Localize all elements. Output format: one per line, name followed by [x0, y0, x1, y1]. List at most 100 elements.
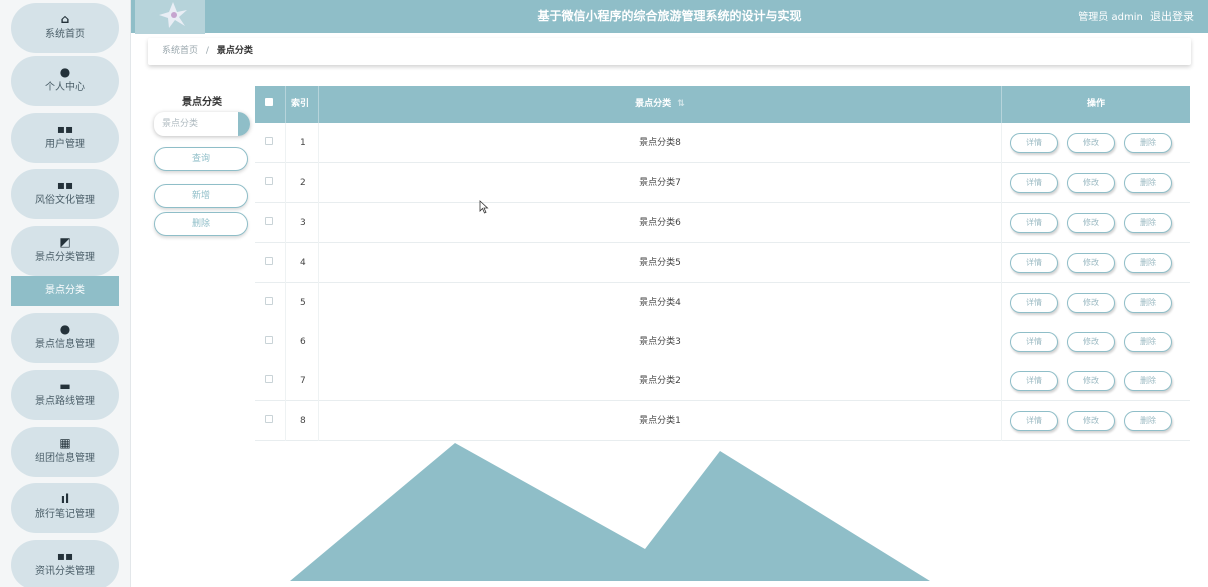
edit-button[interactable]: 修改 [1067, 213, 1115, 233]
sidebar-item-label: 个人中心 [45, 82, 85, 93]
column-header-category[interactable]: 景点分类 ⇅ [319, 86, 1001, 123]
column-divider [285, 163, 286, 203]
column-divider [1001, 243, 1002, 283]
column-divider [1001, 163, 1002, 203]
table-row: 7 景点分类2 详情 修改 删除 [255, 361, 1190, 401]
sidebar-item-home[interactable]: ⌂ 系统首页 [11, 3, 119, 53]
page-title: 基于微信小程序的综合旅游管理系统的设计与实现 [537, 9, 802, 23]
row-checkbox-cell[interactable] [265, 163, 273, 203]
table-row: 1 景点分类8 详情 修改 删除 [255, 123, 1190, 163]
detail-button[interactable]: 详情 [1010, 253, 1058, 273]
column-divider [1001, 401, 1002, 441]
edit-button[interactable]: 修改 [1067, 173, 1115, 193]
mountain-decoration [290, 443, 930, 581]
column-divider [1001, 123, 1002, 163]
logout-link[interactable]: 退出登录 [1150, 10, 1194, 23]
delete-button[interactable]: 删除 [1124, 133, 1172, 153]
delete-button[interactable]: 删除 [1124, 213, 1172, 233]
input-accent [238, 112, 250, 136]
row-checkbox-cell[interactable] [265, 123, 273, 163]
detail-button[interactable]: 详情 [1010, 332, 1058, 352]
sidebar-item-groups[interactable]: ▦ 组团信息管理 [11, 427, 119, 477]
row-index: 3 [300, 218, 306, 228]
table-row: 2 景点分类7 详情 修改 删除 [255, 163, 1190, 203]
row-checkbox-cell[interactable] [265, 361, 273, 401]
delete-button[interactable]: 删除 [1124, 173, 1172, 193]
delete-button[interactable]: 删除 [1124, 293, 1172, 313]
sort-icon[interactable]: ⇅ [677, 99, 685, 109]
sidebar: ⌂ 系统首页 ● 个人中心 ▪▪ 用户管理 ▪▪ 风俗文化管理 ◩ 景点分类管理… [0, 0, 131, 587]
row-checkbox-cell[interactable] [265, 243, 273, 283]
sidebar-item-label: 用户管理 [45, 139, 85, 150]
detail-button[interactable]: 详情 [1010, 371, 1058, 391]
mouse-cursor-icon [479, 200, 489, 214]
row-checkbox[interactable] [265, 217, 273, 225]
edit-button[interactable]: 修改 [1067, 293, 1115, 313]
row-checkbox[interactable] [265, 297, 273, 305]
table-row: 3 景点分类6 详情 修改 删除 [255, 203, 1190, 243]
sidebar-item-label: 组团信息管理 [35, 453, 95, 464]
sidebar-item-culture[interactable]: ▪▪ 风俗文化管理 [11, 169, 119, 219]
sidebar-item-users[interactable]: ▪▪ 用户管理 [11, 113, 119, 163]
detail-button[interactable]: 详情 [1010, 213, 1058, 233]
row-category: 景点分类3 [639, 337, 681, 347]
grid-icon: ▪▪ [56, 178, 74, 192]
row-category: 景点分类5 [639, 258, 681, 268]
row-checkbox-cell[interactable] [265, 401, 273, 441]
column-divider [1001, 283, 1002, 323]
detail-button[interactable]: 详情 [1010, 411, 1058, 431]
user-icon: ● [59, 322, 71, 336]
add-button[interactable]: 新增 [154, 184, 248, 208]
row-index: 2 [300, 178, 306, 188]
sidebar-item-profile[interactable]: ● 个人中心 [11, 56, 119, 106]
detail-button[interactable]: 详情 [1010, 173, 1058, 193]
user-info: 管理员 admin 退出登录 [1078, 0, 1194, 34]
row-checkbox[interactable] [265, 257, 273, 265]
sidebar-item-news-category[interactable]: ▪▪ 资讯分类管理 [11, 540, 119, 587]
detail-button[interactable]: 详情 [1010, 293, 1058, 313]
sidebar-item-scenic-category[interactable]: ◩ 景点分类管理 [11, 226, 119, 276]
sidebar-item-notes[interactable]: ıl 旅行笔记管理 [11, 483, 119, 533]
sidebar-item-label: 景点分类管理 [35, 252, 95, 263]
sidebar-subitem-scenic-category[interactable]: 景点分类 [11, 276, 119, 306]
row-checkbox[interactable] [265, 137, 273, 145]
home-icon: ⌂ [60, 12, 70, 26]
column-divider [285, 243, 286, 283]
edit-button[interactable]: 修改 [1067, 133, 1115, 153]
row-category: 景点分类7 [639, 178, 681, 188]
row-checkbox[interactable] [265, 415, 273, 423]
detail-button[interactable]: 详情 [1010, 133, 1058, 153]
monitor-icon: ▬ [59, 379, 71, 393]
select-all-checkbox[interactable] [265, 98, 273, 106]
row-checkbox[interactable] [265, 177, 273, 185]
username-label: 管理员 admin [1078, 12, 1143, 23]
row-checkbox-cell[interactable] [265, 283, 273, 323]
delete-button[interactable]: 删除 [1124, 332, 1172, 352]
edit-button[interactable]: 修改 [1067, 332, 1115, 352]
delete-button[interactable]: 删除 [1124, 371, 1172, 391]
bar-chart-icon: ıl [60, 492, 70, 506]
delete-button[interactable]: 删除 [1124, 411, 1172, 431]
row-index: 8 [300, 416, 306, 426]
column-divider [285, 283, 286, 323]
sidebar-item-scenic-info[interactable]: ● 景点信息管理 [11, 313, 119, 363]
edit-button[interactable]: 修改 [1067, 253, 1115, 273]
column-divider [1001, 361, 1002, 401]
select-all-cell[interactable] [265, 86, 273, 123]
row-checkbox[interactable] [265, 375, 273, 383]
edit-button[interactable]: 修改 [1067, 371, 1115, 391]
search-button[interactable]: 查询 [154, 147, 248, 171]
sidebar-item-routes[interactable]: ▬ 景点路线管理 [11, 370, 119, 420]
breadcrumb-current: 景点分类 [216, 46, 253, 56]
column-divider [1001, 322, 1002, 362]
row-checkbox[interactable] [265, 336, 273, 344]
row-checkbox-cell[interactable] [265, 322, 273, 362]
delete-button[interactable]: 删除 [1124, 253, 1172, 273]
sidebar-item-label: 景点信息管理 [35, 339, 95, 350]
breadcrumb-home[interactable]: 系统首页 [162, 46, 198, 56]
batch-delete-button[interactable]: 删除 [154, 212, 248, 236]
edit-button[interactable]: 修改 [1067, 411, 1115, 431]
table-row: 5 景点分类4 详情 修改 删除 [255, 283, 1190, 323]
category-search-input[interactable] [154, 112, 250, 136]
row-checkbox-cell[interactable] [265, 203, 273, 243]
